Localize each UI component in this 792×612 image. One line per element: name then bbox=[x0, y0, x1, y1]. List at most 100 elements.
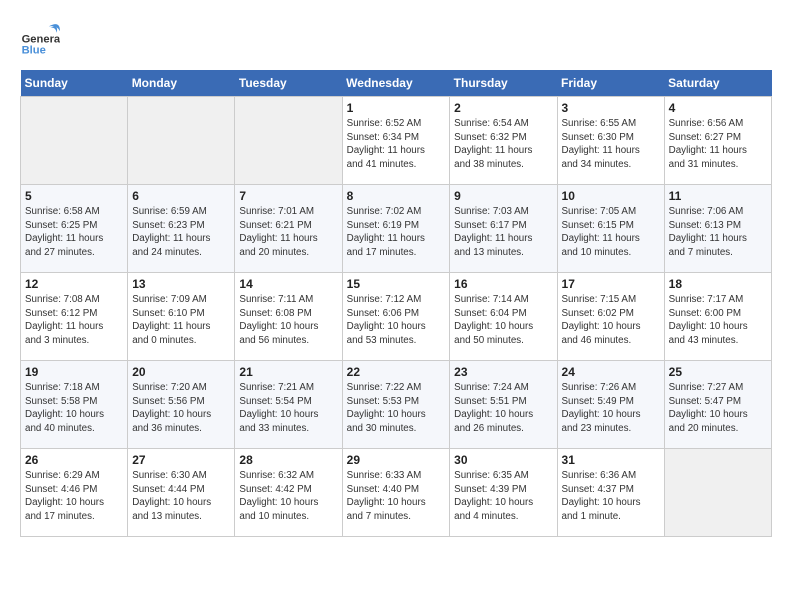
weekday-header: Sunday bbox=[21, 70, 128, 97]
day-info: Sunrise: 7:03 AM Sunset: 6:17 PM Dayligh… bbox=[454, 205, 552, 260]
day-number: 5 bbox=[25, 189, 123, 203]
day-number: 8 bbox=[347, 189, 446, 203]
day-info: Sunrise: 6:52 AM Sunset: 6:34 PM Dayligh… bbox=[347, 117, 446, 172]
calendar-cell: 11 Sunrise: 7:06 AM Sunset: 6:13 PM Dayli… bbox=[664, 185, 771, 273]
day-info: Sunrise: 7:27 AM Sunset: 5:47 PM Dayligh… bbox=[669, 381, 767, 436]
calendar-cell: 13Sunrise: 7:09 AM Sunset: 6:10 PM Dayli… bbox=[128, 273, 235, 361]
calendar-header-row: SundayMondayTuesdayWednesdayThursdayFrid… bbox=[21, 70, 772, 97]
weekday-header: Wednesday bbox=[342, 70, 450, 97]
day-info: Sunrise: 7:15 AM Sunset: 6:02 PM Dayligh… bbox=[562, 293, 660, 348]
day-info: Sunrise: 7:06 AM Sunset: 6:13 PM Dayligh… bbox=[669, 205, 767, 260]
day-number: 22 bbox=[347, 365, 446, 379]
day-info: Sunrise: 7:24 AM Sunset: 5:51 PM Dayligh… bbox=[454, 381, 552, 436]
day-number: 23 bbox=[454, 365, 552, 379]
day-number: 7 bbox=[239, 189, 337, 203]
calendar-cell: 29Sunrise: 6:33 AM Sunset: 4:40 PM Dayli… bbox=[342, 449, 450, 537]
calendar-cell: 28 Sunrise: 6:32 AM Sunset: 4:42 PM Dayli… bbox=[235, 449, 342, 537]
day-number: 29 bbox=[347, 453, 446, 467]
page-header: General Blue bbox=[20, 20, 772, 60]
day-info: Sunrise: 7:21 AM Sunset: 5:54 PM Dayligh… bbox=[239, 381, 337, 436]
day-info: Sunrise: 6:59 AM Sunset: 6:23 PM Dayligh… bbox=[132, 205, 230, 260]
day-number: 26 bbox=[25, 453, 123, 467]
calendar-cell: 3 Sunrise: 6:55 AM Sunset: 6:30 PM Daylig… bbox=[557, 97, 664, 185]
day-number: 16 bbox=[454, 277, 552, 291]
day-number: 19 bbox=[25, 365, 123, 379]
calendar-cell: 20Sunrise: 7:20 AM Sunset: 5:56 PM Dayli… bbox=[128, 361, 235, 449]
day-number: 13 bbox=[132, 277, 230, 291]
day-info: Sunrise: 7:20 AM Sunset: 5:56 PM Dayligh… bbox=[132, 381, 230, 436]
day-info: Sunrise: 7:17 AM Sunset: 6:00 PM Dayligh… bbox=[669, 293, 767, 348]
calendar-cell: 2 Sunrise: 6:54 AM Sunset: 6:32 PM Daylig… bbox=[450, 97, 557, 185]
day-info: Sunrise: 7:08 AM Sunset: 6:12 PM Dayligh… bbox=[25, 293, 123, 348]
day-number: 11 bbox=[669, 189, 767, 203]
day-info: Sunrise: 7:26 AM Sunset: 5:49 PM Dayligh… bbox=[562, 381, 660, 436]
day-info: Sunrise: 7:02 AM Sunset: 6:19 PM Dayligh… bbox=[347, 205, 446, 260]
calendar-week-row: 1 Sunrise: 6:52 AM Sunset: 6:34 PM Daylig… bbox=[21, 97, 772, 185]
day-info: Sunrise: 6:32 AM Sunset: 4:42 PM Dayligh… bbox=[239, 469, 337, 524]
weekday-header: Friday bbox=[557, 70, 664, 97]
day-info: Sunrise: 7:18 AM Sunset: 5:58 PM Dayligh… bbox=[25, 381, 123, 436]
calendar-cell: 22 Sunrise: 7:22 AM Sunset: 5:53 PM Dayli… bbox=[342, 361, 450, 449]
day-number: 25 bbox=[669, 365, 767, 379]
day-info: Sunrise: 6:54 AM Sunset: 6:32 PM Dayligh… bbox=[454, 117, 552, 172]
calendar-cell: 5 Sunrise: 6:58 AM Sunset: 6:25 PM Daylig… bbox=[21, 185, 128, 273]
day-info: Sunrise: 7:12 AM Sunset: 6:06 PM Dayligh… bbox=[347, 293, 446, 348]
calendar-cell: 30 Sunrise: 6:35 AM Sunset: 4:39 PM Dayli… bbox=[450, 449, 557, 537]
day-number: 3 bbox=[562, 101, 660, 115]
calendar-cell: 14Sunrise: 7:11 AM Sunset: 6:08 PM Dayli… bbox=[235, 273, 342, 361]
day-number: 27 bbox=[132, 453, 230, 467]
weekday-header: Monday bbox=[128, 70, 235, 97]
calendar-cell: 23 Sunrise: 7:24 AM Sunset: 5:51 PM Dayli… bbox=[450, 361, 557, 449]
day-number: 1 bbox=[347, 101, 446, 115]
calendar-cell: 4Sunrise: 6:56 AM Sunset: 6:27 PM Daylig… bbox=[664, 97, 771, 185]
day-info: Sunrise: 6:36 AM Sunset: 4:37 PM Dayligh… bbox=[562, 469, 660, 524]
calendar-cell: 16 Sunrise: 7:14 AM Sunset: 6:04 PM Dayli… bbox=[450, 273, 557, 361]
svg-text:Blue: Blue bbox=[22, 45, 46, 57]
weekday-header: Tuesday bbox=[235, 70, 342, 97]
day-number: 6 bbox=[132, 189, 230, 203]
calendar-week-row: 26Sunrise: 6:29 AM Sunset: 4:46 PM Dayli… bbox=[21, 449, 772, 537]
weekday-header: Saturday bbox=[664, 70, 771, 97]
calendar-cell: 6 Sunrise: 6:59 AM Sunset: 6:23 PM Daylig… bbox=[128, 185, 235, 273]
logo-icon: General Blue bbox=[20, 20, 60, 60]
calendar-cell: 31 Sunrise: 6:36 AM Sunset: 4:37 PM Dayli… bbox=[557, 449, 664, 537]
day-number: 9 bbox=[454, 189, 552, 203]
day-info: Sunrise: 7:22 AM Sunset: 5:53 PM Dayligh… bbox=[347, 381, 446, 436]
calendar-cell: 18 Sunrise: 7:17 AM Sunset: 6:00 PM Dayli… bbox=[664, 273, 771, 361]
calendar-week-row: 12 Sunrise: 7:08 AM Sunset: 6:12 PM Dayli… bbox=[21, 273, 772, 361]
day-info: Sunrise: 6:55 AM Sunset: 6:30 PM Dayligh… bbox=[562, 117, 660, 172]
day-number: 31 bbox=[562, 453, 660, 467]
calendar-cell: 27Sunrise: 6:30 AM Sunset: 4:44 PM Dayli… bbox=[128, 449, 235, 537]
day-number: 18 bbox=[669, 277, 767, 291]
day-number: 30 bbox=[454, 453, 552, 467]
day-number: 4 bbox=[669, 101, 767, 115]
day-number: 14 bbox=[239, 277, 337, 291]
calendar-table: SundayMondayTuesdayWednesdayThursdayFrid… bbox=[20, 70, 772, 537]
calendar-cell: 17 Sunrise: 7:15 AM Sunset: 6:02 PM Dayli… bbox=[557, 273, 664, 361]
day-number: 12 bbox=[25, 277, 123, 291]
day-number: 17 bbox=[562, 277, 660, 291]
calendar-week-row: 19 Sunrise: 7:18 AM Sunset: 5:58 PM Dayli… bbox=[21, 361, 772, 449]
day-info: Sunrise: 6:58 AM Sunset: 6:25 PM Dayligh… bbox=[25, 205, 123, 260]
calendar-cell: 10 Sunrise: 7:05 AM Sunset: 6:15 PM Dayli… bbox=[557, 185, 664, 273]
calendar-cell: 9 Sunrise: 7:03 AM Sunset: 6:17 PM Daylig… bbox=[450, 185, 557, 273]
day-number: 28 bbox=[239, 453, 337, 467]
day-number: 21 bbox=[239, 365, 337, 379]
day-number: 15 bbox=[347, 277, 446, 291]
weekday-header: Thursday bbox=[450, 70, 557, 97]
day-info: Sunrise: 7:14 AM Sunset: 6:04 PM Dayligh… bbox=[454, 293, 552, 348]
calendar-cell: 24 Sunrise: 7:26 AM Sunset: 5:49 PM Dayli… bbox=[557, 361, 664, 449]
calendar-week-row: 5 Sunrise: 6:58 AM Sunset: 6:25 PM Daylig… bbox=[21, 185, 772, 273]
day-info: Sunrise: 7:01 AM Sunset: 6:21 PM Dayligh… bbox=[239, 205, 337, 260]
calendar-cell bbox=[235, 97, 342, 185]
calendar-cell: 15 Sunrise: 7:12 AM Sunset: 6:06 PM Dayli… bbox=[342, 273, 450, 361]
day-number: 2 bbox=[454, 101, 552, 115]
calendar-cell: 21 Sunrise: 7:21 AM Sunset: 5:54 PM Dayli… bbox=[235, 361, 342, 449]
day-info: Sunrise: 7:05 AM Sunset: 6:15 PM Dayligh… bbox=[562, 205, 660, 260]
calendar-cell: 8 Sunrise: 7:02 AM Sunset: 6:19 PM Daylig… bbox=[342, 185, 450, 273]
day-info: Sunrise: 6:35 AM Sunset: 4:39 PM Dayligh… bbox=[454, 469, 552, 524]
calendar-cell: 25 Sunrise: 7:27 AM Sunset: 5:47 PM Dayli… bbox=[664, 361, 771, 449]
day-number: 24 bbox=[562, 365, 660, 379]
day-number: 10 bbox=[562, 189, 660, 203]
logo: General Blue bbox=[20, 20, 64, 60]
